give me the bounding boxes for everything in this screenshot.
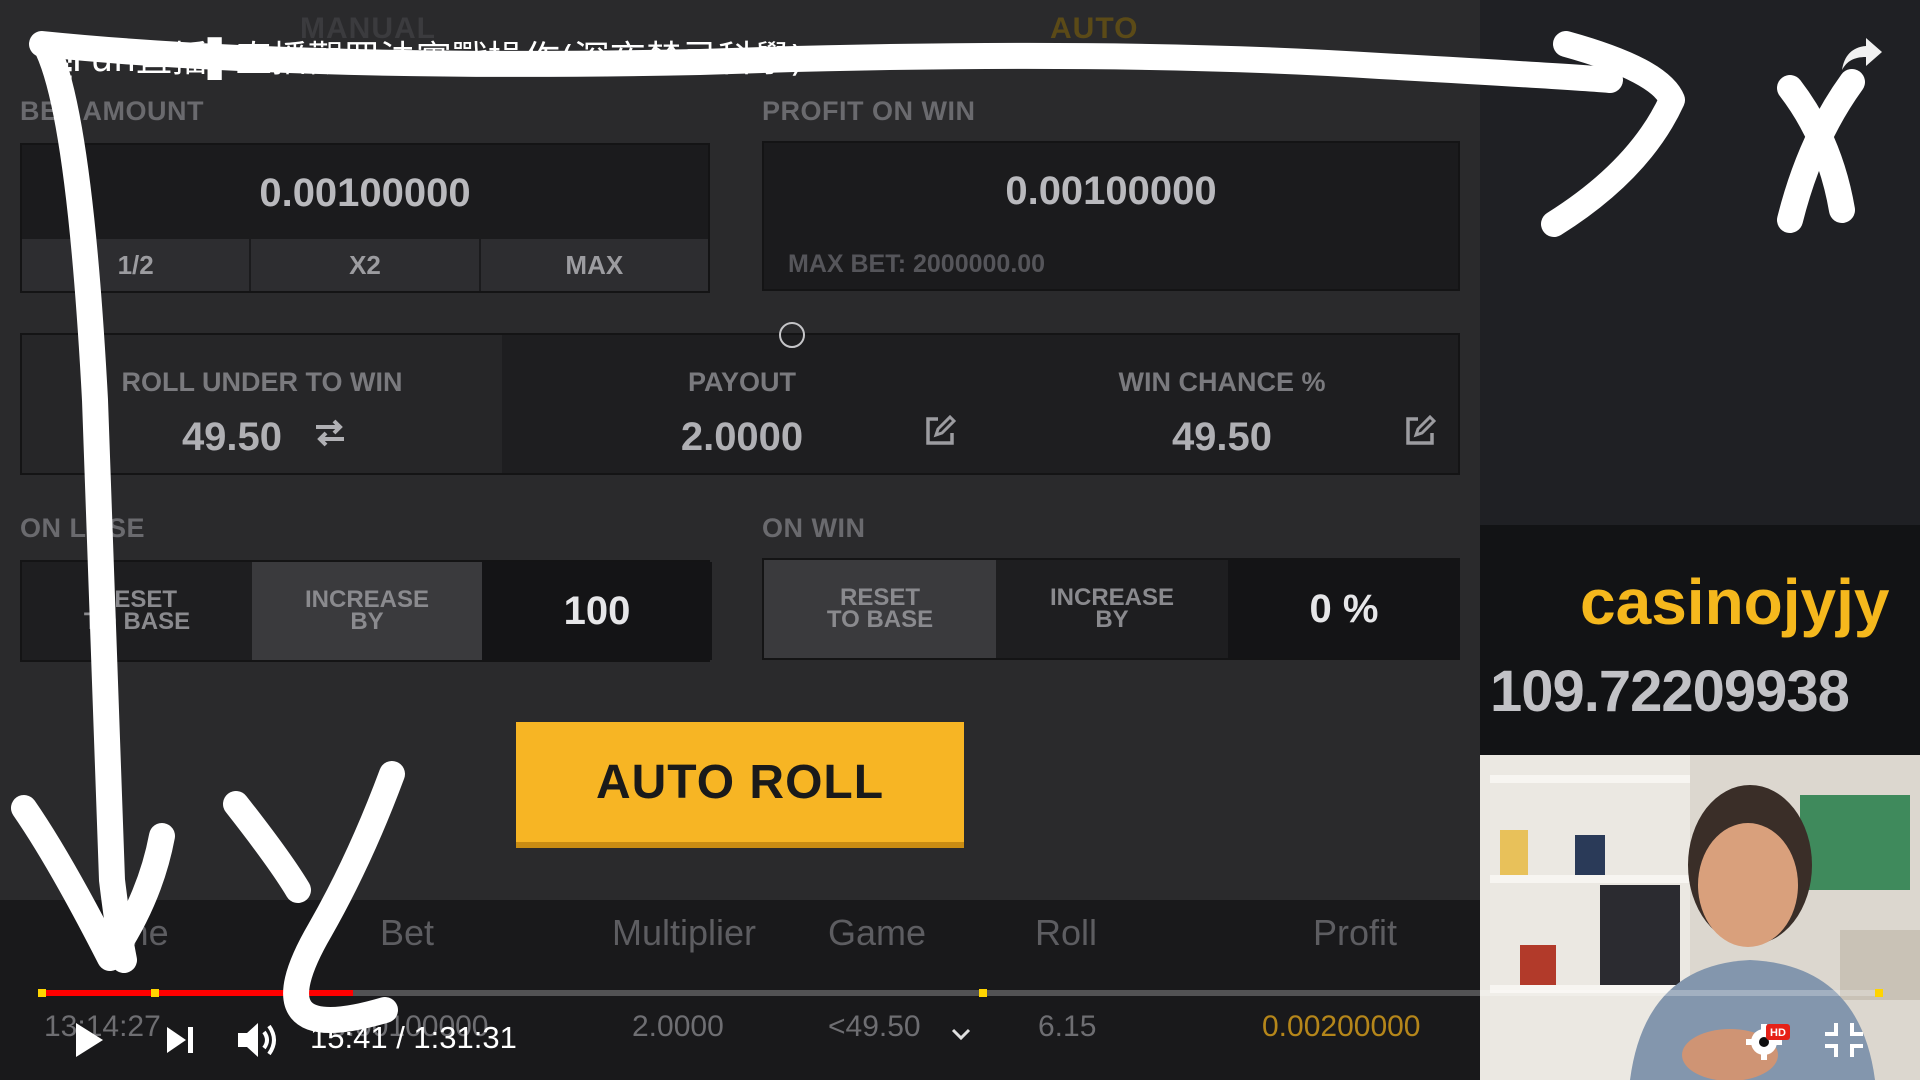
on-win-reset-button[interactable]: RESET TO BASE — [764, 560, 996, 658]
username: casinojyjy — [1580, 566, 1890, 638]
table-header-bet: Bet — [380, 912, 435, 953]
chapter-marker-0 — [38, 989, 46, 997]
volume-icon[interactable] — [236, 1020, 282, 1060]
on-win-label: ON WIN — [762, 513, 866, 543]
half-bet-button[interactable]: 1/2 — [22, 239, 252, 291]
table-header-profit: Profit — [1313, 912, 1398, 953]
edit-payout-icon[interactable] — [922, 413, 958, 449]
roll-under-cell[interactable]: ROLL UNDER TO WIN 49.50 — [22, 335, 502, 473]
hd-badge: HD — [1770, 1027, 1786, 1039]
table-header-roll: Roll — [1035, 912, 1098, 953]
share-icon[interactable] — [1840, 34, 1884, 74]
chapter-marker-2 — [978, 989, 987, 997]
on-lose-label: ON LOSE — [20, 513, 146, 543]
on-win-increase-input[interactable]: 0 % — [1228, 560, 1460, 658]
chapter-marker-1 — [150, 989, 159, 997]
profit-on-win-panel: 0.00100000 MAX BET: 2000000.00 — [762, 141, 1460, 291]
dice-game-panel: MANUAL AUTO BET AMOUNT 0.00100000 1/2 X2… — [0, 0, 1480, 1080]
chevron-down-icon[interactable] — [950, 1026, 972, 1042]
on-win-increase-button[interactable]: INCREASE BY — [996, 560, 1228, 658]
bet-amount-label: BET AMOUNT — [20, 96, 204, 126]
chapter-marker-3 — [1875, 989, 1883, 997]
profit-on-win-value[interactable]: 0.00100000 — [764, 169, 1458, 214]
on-lose-reset-button[interactable]: RESET TO BASE — [22, 562, 252, 660]
duration: 1:31:31 — [413, 1020, 517, 1055]
on-win-panel: RESET TO BASE INCREASE BY 0 % — [762, 558, 1460, 660]
on-lose-panel: RESET TO BASE INCREASE BY 100 — [20, 560, 712, 662]
swap-arrows-icon[interactable] — [312, 415, 348, 451]
max-bet-button[interactable]: MAX — [480, 239, 708, 291]
roll-under-label: ROLL UNDER TO WIN — [121, 367, 403, 397]
roll-under-value: 49.50 — [181, 415, 283, 459]
bet-amount-input[interactable]: 0.00100000 — [22, 171, 708, 216]
on-lose-increase-input[interactable]: 100 — [482, 562, 712, 660]
video-title[interactable]: ▒Fun直播▌直播觀眾法實戰操作(深夜禁忌科學) — [44, 30, 804, 82]
exit-fullscreen-icon[interactable] — [1822, 1020, 1866, 1060]
win-chance-value: 49.50 — [1171, 415, 1273, 459]
win-chance-label: WIN CHANCE % — [1118, 367, 1326, 397]
row-roll: 6.15 — [1038, 1010, 1097, 1043]
table-header-multiplier: Multiplier — [612, 912, 757, 953]
mouse-cursor — [779, 322, 805, 348]
row-multiplier: 2.0000 — [632, 1010, 724, 1043]
win-chance-cell[interactable]: WIN CHANCE % 49.50 — [982, 335, 1462, 473]
time-display: 15:41 / 1:31:31 — [310, 1020, 517, 1056]
sidebar-top — [1480, 0, 1920, 525]
current-time: 15:41 — [310, 1020, 388, 1055]
auto-roll-button[interactable]: AUTO ROLL — [516, 722, 964, 848]
row-profit: 0.00200000 — [1262, 1010, 1421, 1043]
max-bet-text: MAX BET: 2000000.00 — [788, 250, 1046, 278]
roll-settings-panel: ROLL UNDER TO WIN 49.50 PAYOUT 2.0000 WI… — [20, 333, 1460, 475]
next-icon[interactable] — [164, 1024, 198, 1056]
on-lose-increase-button[interactable]: INCREASE BY — [252, 562, 482, 660]
edit-win-chance-icon[interactable] — [1402, 413, 1438, 449]
row-game: <49.50 — [828, 1010, 921, 1043]
payout-label: PAYOUT — [687, 367, 797, 397]
double-bet-button[interactable]: X2 — [251, 239, 481, 291]
settings-icon[interactable]: HD — [1744, 1018, 1792, 1062]
progress-bar[interactable] — [38, 989, 1883, 997]
tab-auto[interactable]: AUTO — [1050, 12, 1138, 46]
payout-cell[interactable]: PAYOUT 2.0000 — [502, 335, 982, 473]
table-header-game: Game — [828, 912, 927, 953]
bet-amount-panel: 0.00100000 1/2 X2 MAX — [20, 143, 710, 293]
profit-on-win-label: PROFIT ON WIN — [762, 96, 976, 126]
play-icon[interactable] — [72, 1020, 106, 1060]
time-separator: / — [387, 1020, 414, 1055]
video-player[interactable]: MANUAL AUTO BET AMOUNT 0.00100000 1/2 X2… — [0, 0, 1920, 1080]
payout-value: 2.0000 — [680, 415, 804, 459]
progress-played — [38, 990, 354, 996]
table-header-time: Time — [90, 912, 169, 953]
balance: 109.72209938 — [1490, 659, 1850, 724]
